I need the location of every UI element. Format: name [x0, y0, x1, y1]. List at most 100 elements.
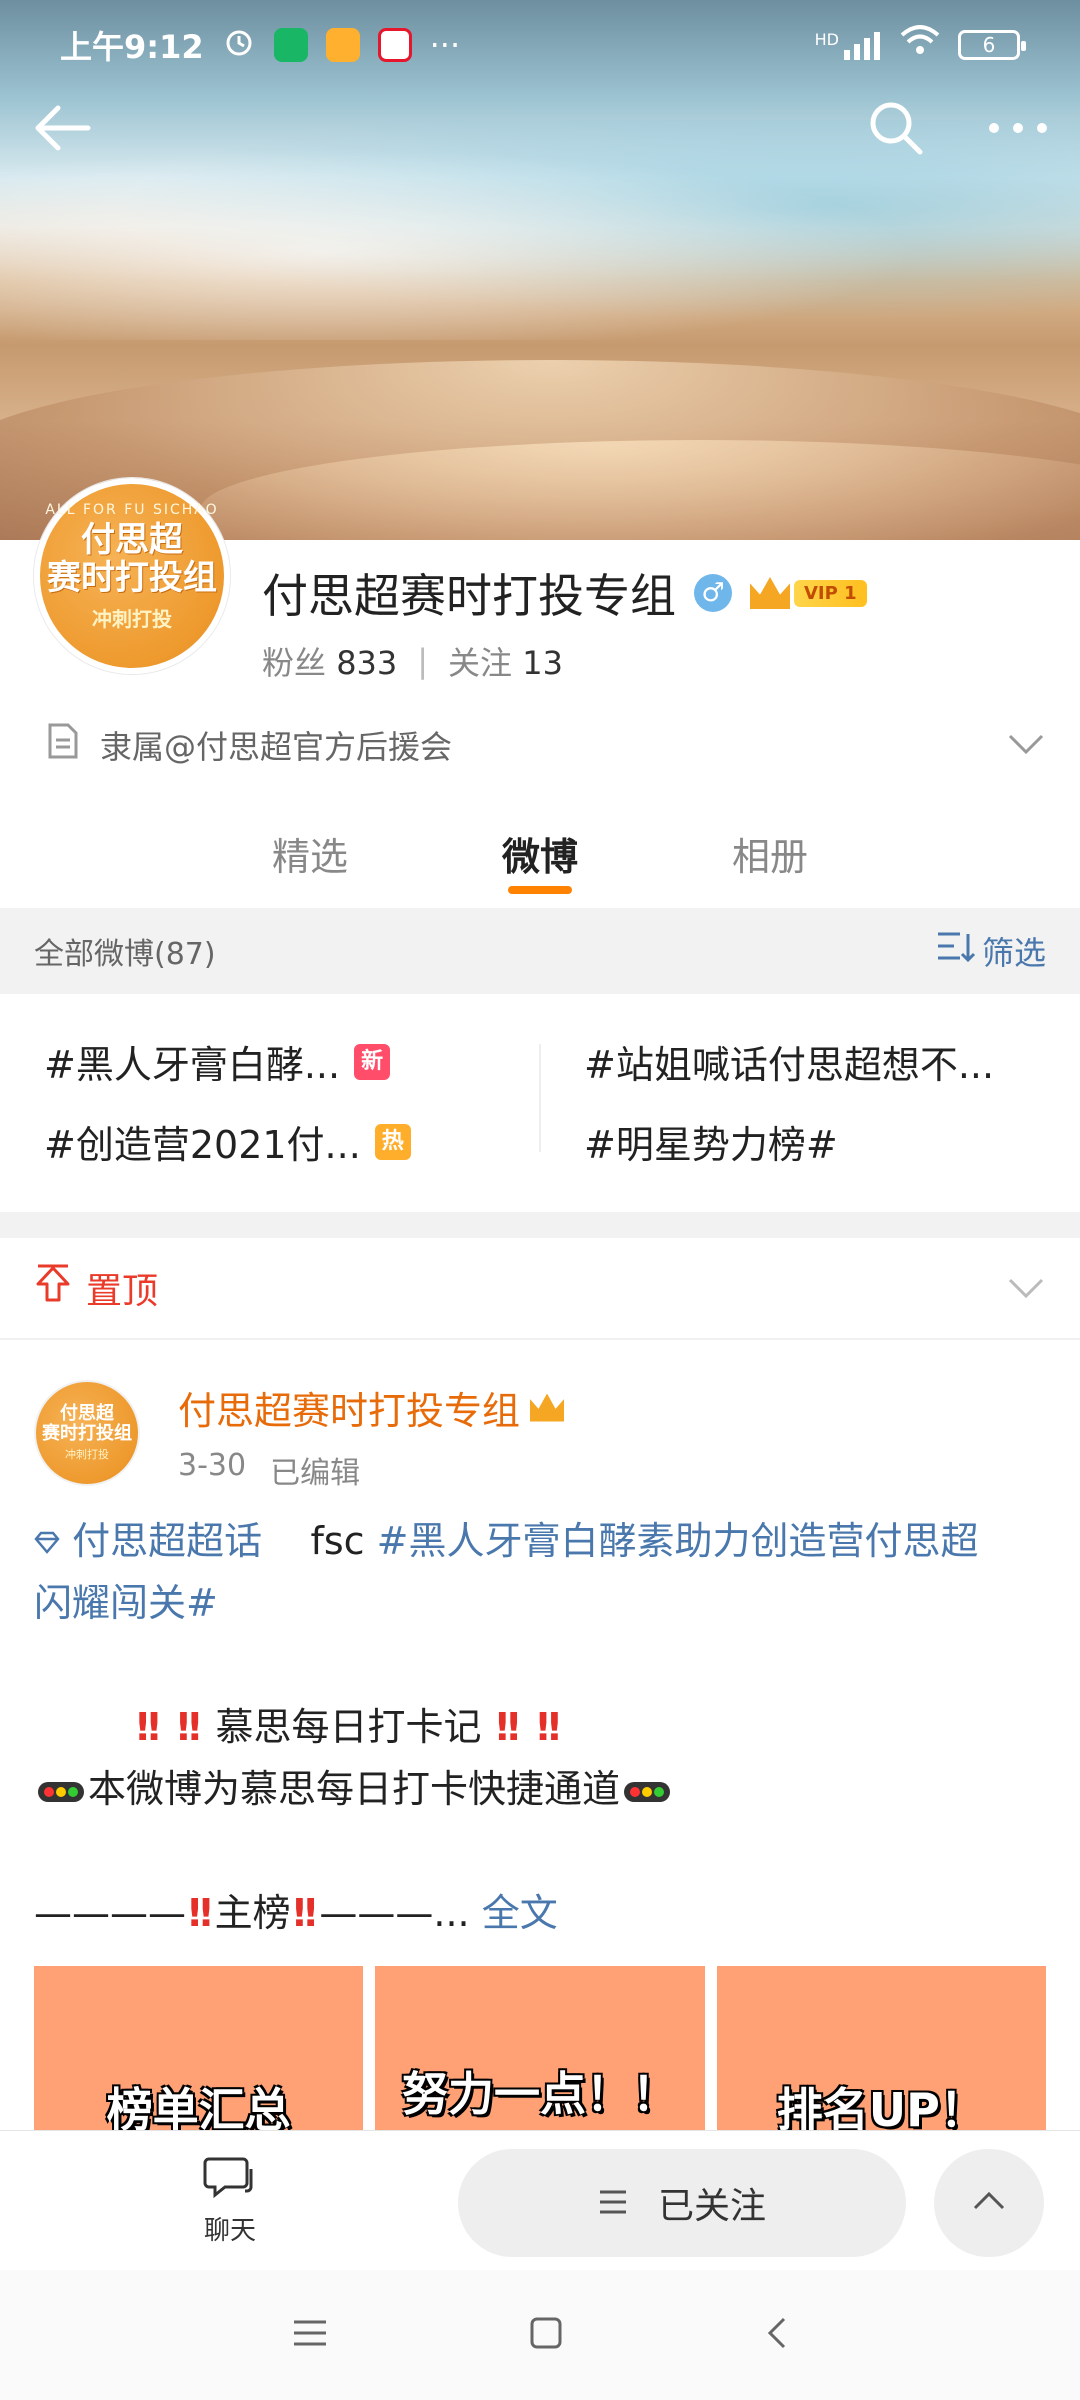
topic-text: #创造营2021付... [44, 1123, 361, 1167]
double-exclamation-icon: !! [290, 1891, 320, 1935]
filter-button[interactable]: 筛选 [936, 928, 1046, 974]
profile-avatar[interactable]: ALL FOR FU SICHAO 付思超 赛时打投组 冲刺打投 [34, 478, 230, 674]
following-button[interactable]: 已关注 [458, 2149, 906, 2257]
search-icon[interactable] [866, 98, 926, 162]
alarm-icon [222, 24, 256, 66]
double-exclamation-icon: !! [174, 1705, 204, 1749]
post-date: 3-30 [178, 1448, 247, 1483]
shield-app-icon [273, 28, 308, 62]
scroll-top-button[interactable] [934, 2149, 1044, 2257]
back-chevron-icon[interactable] [764, 2315, 788, 2355]
filter-bar: 全部微博(87) 筛选 [0, 908, 1080, 994]
back-arrow-icon[interactable] [30, 96, 94, 164]
hot-badge: 热 [374, 1123, 411, 1160]
topic-item[interactable]: #站姐喊话付思超想不... [584, 1034, 994, 1089]
checkin-desc: 本微博为慕思每日打卡快捷通道 [88, 1767, 621, 1811]
recents-menu-icon[interactable] [292, 2318, 328, 2352]
fans-stat[interactable]: 粉丝 833 [262, 638, 397, 684]
traffic-light-icon [38, 1781, 84, 1802]
menu-icon [598, 2183, 628, 2224]
tab-album[interactable]: 相册 [655, 800, 885, 906]
chat-bubble-icon [203, 2157, 257, 2210]
male-gender-icon: ♂ [694, 574, 732, 612]
affiliation-row[interactable]: 隶属@付思超官方后援会 [46, 718, 1046, 772]
avatar-text-sub: 冲刺打投 [92, 606, 172, 631]
vip-badge[interactable]: VIP 1 [750, 577, 867, 609]
topic-item[interactable]: #创造营2021付... 热 [44, 1114, 411, 1169]
new-badge: 新 [354, 1043, 391, 1080]
vip-label: VIP 1 [794, 579, 867, 607]
affiliation-text: 隶属@付思超官方后援会 [100, 728, 453, 766]
post-text-fsc: fsc [310, 1519, 365, 1563]
signal-icon: HD [815, 30, 882, 60]
supertopic-link[interactable]: 付思超超话 [34, 1519, 262, 1563]
main-list-label: 主榜 [214, 1891, 291, 1935]
topic-item[interactable]: #明星势力榜# [584, 1114, 838, 1169]
traffic-light-icon [624, 1781, 671, 1802]
chat-label: 聊天 [203, 2216, 256, 2246]
profile-tabs: 精选 微博 相册 [0, 800, 1080, 906]
topic-grid: #黑人牙膏白酵... 新 #站姐喊话付思超想不... #创造营2021付... … [0, 994, 1080, 1212]
profile-name: 付思超赛时打投专组 [262, 569, 676, 623]
notes-app-icon [325, 28, 360, 62]
post-image[interactable]: 榜单汇总 [34, 1966, 364, 2130]
avatar-text-line2: 赛时打投组 [47, 557, 217, 598]
avatar-text-line1: 付思超 [81, 519, 183, 560]
battery-indicator: 6 [958, 30, 1026, 60]
avatar-arc-text: ALL FOR FU SICHAO [45, 502, 219, 518]
following-stat[interactable]: 关注 13 [448, 638, 563, 684]
post-text: 付思超超话 fsc #黑人牙膏白酵素助力创造营付思超 闪耀闯关# !! !! 慕… [34, 1519, 979, 1935]
home-square-icon[interactable] [528, 2315, 564, 2355]
all-posts-count: 全部微博(87) [34, 937, 216, 972]
section-gap [0, 1212, 1080, 1238]
system-navigation-bar [0, 2270, 1080, 2400]
checkin-title: 慕思每日打卡记 [215, 1705, 482, 1749]
pinned-label: 置顶 [86, 1271, 159, 1312]
post-image[interactable]: 排名UP！ [716, 1966, 1046, 2130]
supertopic-icon [34, 1519, 72, 1563]
chevron-up-icon [972, 2191, 1006, 2215]
post-images: 榜单汇总 努力一点！！ 排名UP！ [34, 1966, 1046, 2130]
following-label: 已关注 [657, 2186, 766, 2227]
pin-up-icon [34, 1264, 72, 1313]
topic-text: #明星势力榜# [584, 1123, 838, 1167]
double-exclamation-icon: !! [493, 1705, 523, 1749]
double-exclamation-icon: !! [186, 1891, 215, 1935]
chat-button[interactable]: 聊天 [190, 2155, 270, 2247]
document-icon [46, 722, 80, 768]
post-author-avatar[interactable]: 付思超 赛时打投组 冲刺打投 [34, 1380, 140, 1486]
wifi-icon [900, 25, 940, 65]
chevron-down-icon[interactable] [1006, 726, 1046, 764]
post-meta: 3-30 已编辑 [178, 1448, 360, 1492]
profile-name-row: 付思超赛时打投专组 ♂ VIP 1 [262, 560, 867, 626]
status-time: 上午9:12 [60, 28, 204, 66]
crown-icon [530, 1393, 565, 1422]
topic-text: #站姐喊话付思超想不... [584, 1043, 995, 1087]
crown-icon [750, 577, 790, 609]
weibo-app-icon [377, 28, 412, 62]
tab-weibo[interactable]: 微博 [425, 800, 655, 906]
topic-divider [539, 1044, 541, 1152]
double-exclamation-icon: !! [534, 1705, 563, 1749]
tab-featured[interactable]: 精选 [195, 800, 425, 906]
topic-item[interactable]: #黑人牙膏白酵... 新 [44, 1034, 391, 1089]
full-text-link[interactable]: 全文 [482, 1891, 558, 1935]
pinned-header[interactable]: 置顶 [0, 1238, 1080, 1340]
profile-stats: 粉丝 833 | 关注 13 [262, 638, 563, 684]
chevron-down-icon[interactable] [1006, 1268, 1046, 1309]
post-image[interactable]: 努力一点！！ [375, 1966, 705, 2130]
filter-icon [936, 930, 976, 972]
post-edited: 已编辑 [270, 1456, 361, 1491]
stats-divider: | [417, 642, 429, 680]
top-nav [0, 90, 1080, 170]
status-bar: 上午9:12 ··· HD 6 [0, 0, 1080, 90]
hashtag-link-continued[interactable]: 闪耀闯关# [34, 1581, 218, 1625]
hashtag-link[interactable]: #黑人牙膏白酵素助力创造营付思超 [377, 1519, 979, 1563]
bottom-action-bar: 聊天 已关注 [0, 2130, 1080, 2270]
double-exclamation-icon: !! [134, 1705, 163, 1749]
more-options-icon[interactable] [986, 118, 1050, 142]
topic-text: #黑人牙膏白酵... [44, 1043, 341, 1087]
post-author-row: 付思超赛时打投专组 [178, 1380, 565, 1435]
post-author-name[interactable]: 付思超赛时打投专组 [178, 1380, 520, 1435]
more-notifications: ··· [429, 26, 461, 64]
